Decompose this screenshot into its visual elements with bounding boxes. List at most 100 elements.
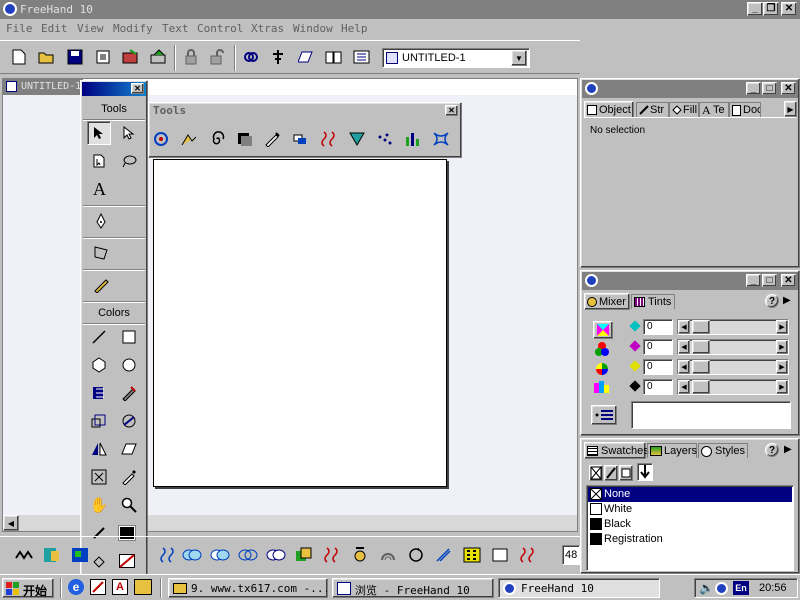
graph-tool-icon[interactable] xyxy=(401,127,425,151)
tab-object[interactable]: Object xyxy=(584,101,634,118)
black-value-field[interactable]: 0 xyxy=(643,379,673,395)
fisheye-lens-icon[interactable] xyxy=(345,127,369,151)
export-icon[interactable] xyxy=(120,46,142,68)
cmyk-mode-button[interactable] xyxy=(593,321,613,339)
shadow-tool-icon[interactable] xyxy=(233,127,257,151)
tab-layers[interactable]: Layers xyxy=(647,443,697,458)
align-icon[interactable] xyxy=(267,46,289,68)
link-blend-icon[interactable] xyxy=(12,543,36,567)
eyedropper-tool-icon[interactable] xyxy=(117,465,141,489)
add-points-icon[interactable] xyxy=(460,543,484,567)
tab-mixer[interactable]: Mixer xyxy=(584,293,630,310)
arc-tool-icon[interactable] xyxy=(177,127,201,151)
close-button[interactable]: ✕ xyxy=(781,2,797,16)
remove-overlap-icon[interactable] xyxy=(488,543,512,567)
combine-union-icon[interactable] xyxy=(180,543,204,567)
color-preview-well[interactable] xyxy=(631,401,791,429)
scale-tool-icon[interactable] xyxy=(87,409,111,433)
menu-window[interactable]: Window xyxy=(293,22,333,35)
system-color-button[interactable] xyxy=(593,379,613,397)
freeform-tool-icon[interactable] xyxy=(87,465,111,489)
taskbar-task-freehand[interactable]: FreeHand 10 xyxy=(498,578,660,598)
publish-icon[interactable] xyxy=(148,46,170,68)
volume-icon[interactable]: 🔈 xyxy=(699,581,714,595)
yellow-slider-thumb[interactable] xyxy=(692,360,710,374)
transparency-icon[interactable] xyxy=(320,543,344,567)
page[interactable] xyxy=(153,159,447,487)
menu-xtras[interactable]: Xtras xyxy=(251,22,284,35)
text-tool-icon[interactable]: A xyxy=(93,179,106,200)
lasso-tool-icon[interactable] xyxy=(117,149,141,173)
rgb-mode-button[interactable] xyxy=(593,341,613,359)
roughen-tool-icon[interactable] xyxy=(317,127,341,151)
quicklaunch-acrobat-icon[interactable]: A xyxy=(112,579,128,595)
bend-tool-icon[interactable] xyxy=(429,127,453,151)
combine-punch-icon[interactable] xyxy=(264,543,288,567)
cyan-slider-left[interactable]: ◀ xyxy=(678,320,690,334)
subselect-tool-icon[interactable] xyxy=(117,121,141,145)
magenta-slider-left[interactable]: ◀ xyxy=(678,340,690,354)
list-item[interactable]: White xyxy=(588,502,792,517)
quicklaunch-notepad-icon[interactable] xyxy=(90,579,106,595)
mirror-tool-icon[interactable] xyxy=(289,127,313,151)
tab-scroll-right-button[interactable]: ▶ xyxy=(784,101,797,117)
yellow-slider-left[interactable]: ◀ xyxy=(678,360,690,374)
hls-mode-button[interactable] xyxy=(593,361,613,379)
document-select[interactable]: UNTITLED-1 ▼ xyxy=(382,48,530,68)
crop-icon[interactable] xyxy=(292,543,316,567)
minimize-button[interactable]: _ xyxy=(747,2,763,16)
cyan-slider-right[interactable]: ▶ xyxy=(776,320,788,334)
lock-icon[interactable] xyxy=(180,46,202,68)
3d-rotation-icon[interactable] xyxy=(149,127,173,151)
taskbar-task-browse[interactable]: 浏览 - FreeHand 10 xyxy=(332,578,494,598)
new-file-icon[interactable] xyxy=(8,46,30,68)
menu-edit[interactable]: Edit xyxy=(41,22,68,35)
smudge-tool-icon[interactable] xyxy=(373,127,397,151)
menu-view[interactable]: View xyxy=(77,22,104,35)
layers-icon[interactable] xyxy=(351,46,373,68)
zoom-tool-icon[interactable] xyxy=(117,493,141,517)
both-selector-button[interactable] xyxy=(619,465,633,481)
tab-text[interactable]: A Te xyxy=(699,102,729,117)
polygon-tool-icon[interactable] xyxy=(87,353,111,377)
tab-fill[interactable]: Fill xyxy=(669,102,699,117)
expand-stroke-icon[interactable] xyxy=(348,543,372,567)
object-panel-maximize-button[interactable]: □ xyxy=(762,82,777,95)
tab-stroke[interactable]: Str xyxy=(636,102,669,117)
list-item[interactable]: None xyxy=(588,487,792,502)
list-item[interactable]: Registration xyxy=(588,532,792,547)
eyedropper-xtra-icon[interactable] xyxy=(261,127,285,151)
pen-tool-icon[interactable] xyxy=(89,209,113,233)
scroll-left-button[interactable]: ◀ xyxy=(3,515,19,531)
menu-modify[interactable]: Modify xyxy=(113,22,153,35)
black-slider-thumb[interactable] xyxy=(692,380,710,394)
ellipse-tool-icon[interactable] xyxy=(117,353,141,377)
fill-selector-button[interactable] xyxy=(589,465,603,481)
color-swatch-icon[interactable] xyxy=(40,543,64,567)
network-icon[interactable] xyxy=(715,582,728,595)
group-icon[interactable] xyxy=(240,46,262,68)
taskbar-task-browser[interactable]: 9. www.tx617.com -... xyxy=(168,578,328,598)
palette-icon[interactable] xyxy=(68,543,92,567)
tools-panel-close-button[interactable]: ✕ xyxy=(131,83,144,94)
tab-styles[interactable]: Styles xyxy=(698,443,748,458)
line-tool-icon[interactable] xyxy=(87,325,111,349)
black-slider-left[interactable]: ◀ xyxy=(678,380,690,394)
unlock-icon[interactable] xyxy=(206,46,228,68)
cyan-value-field[interactable]: 0 xyxy=(643,319,673,335)
bezigon-tool-icon[interactable] xyxy=(89,241,113,265)
reflect-tool-icon[interactable] xyxy=(87,437,111,461)
transform-icon[interactable] xyxy=(295,46,317,68)
quicklaunch-ie-icon[interactable]: e xyxy=(68,579,84,595)
simplify-icon[interactable] xyxy=(432,543,456,567)
swatch-drop-target[interactable] xyxy=(637,463,653,481)
correct-direction-icon[interactable] xyxy=(404,543,428,567)
zoom-field[interactable]: 48 xyxy=(562,545,580,565)
mixer-panel-minimize-button[interactable]: _ xyxy=(746,274,761,287)
tab-swatches[interactable]: Swatches xyxy=(584,442,649,459)
menu-text[interactable]: Text xyxy=(162,22,189,35)
stroke-selector-button[interactable] xyxy=(604,465,618,481)
swatches-options-icon[interactable]: ▶ xyxy=(784,444,792,455)
floating-tools-close-button[interactable]: ✕ xyxy=(445,105,458,116)
yellow-slider-right[interactable]: ▶ xyxy=(776,360,788,374)
